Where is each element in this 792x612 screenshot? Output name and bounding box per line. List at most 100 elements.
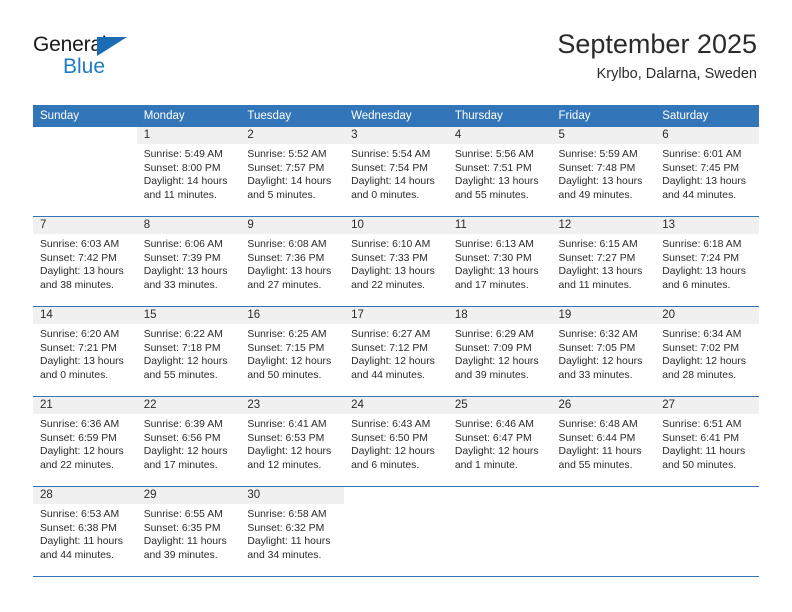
daylight-text-line2: and 22 minutes. — [351, 279, 426, 291]
calendar-day-cell[interactable] — [551, 486, 656, 577]
sunset-text: Sunset: 6:32 PM — [247, 522, 325, 534]
calendar-day-cell[interactable]: 7 Sunrise: 6:03 AM Sunset: 7:42 PM Dayli… — [33, 216, 137, 307]
daylight-text-line1: Daylight: 11 hours — [40, 536, 123, 548]
daylight-text-line1: Daylight: 12 hours — [558, 356, 643, 368]
daylight-text-line1: Daylight: 12 hours — [454, 446, 539, 458]
sunset-text: Sunset: 7:39 PM — [143, 252, 221, 264]
day-number: 14 — [33, 307, 137, 324]
sunset-text: Sunset: 7:18 PM — [143, 342, 221, 354]
daylight-text-line1: Daylight: 13 hours — [558, 176, 643, 188]
calendar-day-cell[interactable] — [447, 486, 552, 577]
daylight-text-line1: Daylight: 13 hours — [40, 356, 124, 368]
daylight-text-line2: and 1 minute. — [454, 459, 518, 471]
sunrise-text: Sunrise: 6:51 AM — [662, 419, 742, 430]
calendar-day-cell[interactable]: 14 Sunrise: 6:20 AM Sunset: 7:21 PM Dayl… — [33, 306, 137, 397]
calendar-day-cell[interactable] — [344, 486, 448, 577]
sunrise-text: Sunrise: 5:56 AM — [454, 149, 534, 160]
calendar-day-cell[interactable]: 13 Sunrise: 6:18 AM Sunset: 7:24 PM Dayl… — [655, 216, 759, 307]
daylight-text-line2: and 55 minutes. — [558, 459, 633, 471]
calendar-day-cell[interactable]: 16 Sunrise: 6:25 AM Sunset: 7:15 PM Dayl… — [240, 306, 345, 397]
daylight-text-line1: Daylight: 13 hours — [454, 176, 539, 188]
calendar-day-cell[interactable]: 6 Sunrise: 6:01 AM Sunset: 7:45 PM Dayli… — [655, 127, 759, 217]
daylight-text-line1: Daylight: 12 hours — [247, 356, 332, 368]
daylight-text-line1: Daylight: 13 hours — [143, 266, 228, 278]
daylight-text-line2: and 44 minutes. — [40, 549, 114, 561]
calendar-body: 1 Sunrise: 5:49 AM Sunset: 8:00 PM Dayli… — [33, 127, 759, 577]
day-number: 26 — [551, 397, 656, 414]
calendar-day-cell[interactable]: 27 Sunrise: 6:51 AM Sunset: 6:41 PM Dayl… — [655, 396, 759, 487]
calendar-day-cell[interactable]: 22 Sunrise: 6:39 AM Sunset: 6:56 PM Dayl… — [136, 396, 241, 487]
daylight-text-line2: and 6 minutes. — [351, 459, 420, 471]
sunset-text: Sunset: 7:57 PM — [247, 162, 325, 174]
sunset-text: Sunset: 7:15 PM — [247, 342, 325, 354]
calendar-day-cell[interactable]: 20 Sunrise: 6:34 AM Sunset: 7:02 PM Dayl… — [655, 306, 759, 397]
day-number: 27 — [655, 397, 759, 414]
daylight-text-line2: and 50 minutes. — [247, 369, 322, 381]
sunset-text: Sunset: 7:02 PM — [662, 342, 740, 354]
sunset-text: Sunset: 8:00 PM — [143, 162, 221, 174]
calendar-day-cell[interactable]: 18 Sunrise: 6:29 AM Sunset: 7:09 PM Dayl… — [447, 306, 552, 397]
calendar-day-cell[interactable]: 29 Sunrise: 6:55 AM Sunset: 6:35 PM Dayl… — [136, 486, 241, 577]
sunset-text: Sunset: 6:41 PM — [662, 432, 740, 444]
day-number: 10 — [344, 217, 448, 234]
calendar-day-cell[interactable]: 3 Sunrise: 5:54 AM Sunset: 7:54 PM Dayli… — [344, 127, 448, 217]
calendar-day-cell[interactable]: 2 Sunrise: 5:52 AM Sunset: 7:57 PM Dayli… — [240, 127, 345, 217]
calendar-day-cell[interactable]: 25 Sunrise: 6:46 AM Sunset: 6:47 PM Dayl… — [447, 396, 552, 487]
sunrise-text: Sunrise: 6:55 AM — [143, 509, 223, 520]
daylight-text-line2: and 49 minutes. — [558, 189, 633, 201]
calendar-day-cell[interactable]: 10 Sunrise: 6:10 AM Sunset: 7:33 PM Dayl… — [344, 216, 448, 307]
calendar-day-cell[interactable]: 21 Sunrise: 6:36 AM Sunset: 6:59 PM Dayl… — [33, 396, 137, 487]
day-number: 22 — [136, 397, 241, 414]
daylight-text-line2: and 50 minutes. — [662, 459, 737, 471]
page-title: September 2025 — [557, 29, 757, 59]
calendar-week-row: 14 Sunrise: 6:20 AM Sunset: 7:21 PM Dayl… — [33, 306, 759, 397]
calendar-header-row: Sunday Monday Tuesday Wednesday Thursday… — [33, 105, 759, 127]
calendar-week-row: 21 Sunrise: 6:36 AM Sunset: 6:59 PM Dayl… — [33, 396, 759, 487]
calendar-day-cell[interactable]: 8 Sunrise: 6:06 AM Sunset: 7:39 PM Dayli… — [136, 216, 241, 307]
weekday-header-sunday: Sunday — [33, 105, 137, 127]
calendar-day-cell[interactable]: 4 Sunrise: 5:56 AM Sunset: 7:51 PM Dayli… — [447, 127, 552, 217]
sunset-text: Sunset: 7:36 PM — [247, 252, 325, 264]
calendar-day-cell[interactable] — [655, 486, 759, 577]
daylight-text-line1: Daylight: 13 hours — [558, 266, 643, 278]
daylight-text-line2: and 28 minutes. — [662, 369, 737, 381]
calendar-day-cell[interactable]: 30 Sunrise: 6:58 AM Sunset: 6:32 PM Dayl… — [240, 486, 345, 577]
day-number: 18 — [447, 307, 552, 324]
daylight-text-line1: Daylight: 12 hours — [40, 446, 124, 458]
sunrise-text: Sunrise: 6:03 AM — [40, 239, 120, 250]
day-number — [344, 487, 448, 504]
weekday-header-friday: Friday — [551, 105, 656, 127]
calendar-day-cell[interactable]: 23 Sunrise: 6:41 AM Sunset: 6:53 PM Dayl… — [240, 396, 345, 487]
daylight-text-line1: Daylight: 12 hours — [351, 446, 435, 458]
daylight-text-line2: and 55 minutes. — [143, 369, 218, 381]
calendar-day-cell[interactable]: 15 Sunrise: 6:22 AM Sunset: 7:18 PM Dayl… — [136, 306, 241, 397]
daylight-text-line1: Daylight: 13 hours — [662, 266, 746, 278]
daylight-text-line2: and 22 minutes. — [40, 459, 114, 471]
sunset-text: Sunset: 7:09 PM — [454, 342, 532, 354]
sunrise-text: Sunrise: 6:25 AM — [247, 329, 327, 340]
calendar-day-cell[interactable] — [33, 127, 137, 217]
calendar-day-cell[interactable]: 24 Sunrise: 6:43 AM Sunset: 6:50 PM Dayl… — [344, 396, 448, 487]
day-number: 13 — [655, 217, 759, 234]
daylight-text-line2: and 34 minutes. — [247, 549, 322, 561]
daylight-text-line2: and 39 minutes. — [143, 549, 218, 561]
calendar-day-cell[interactable]: 26 Sunrise: 6:48 AM Sunset: 6:44 PM Dayl… — [551, 396, 656, 487]
day-number: 11 — [447, 217, 552, 234]
calendar-day-cell[interactable]: 1 Sunrise: 5:49 AM Sunset: 8:00 PM Dayli… — [136, 127, 241, 217]
sunset-text: Sunset: 7:05 PM — [558, 342, 636, 354]
calendar-day-cell[interactable]: 9 Sunrise: 6:08 AM Sunset: 7:36 PM Dayli… — [240, 216, 345, 307]
sunset-text: Sunset: 6:44 PM — [558, 432, 636, 444]
day-number: 1 — [136, 127, 241, 144]
day-number: 28 — [33, 487, 137, 504]
daylight-text-line1: Daylight: 12 hours — [247, 446, 332, 458]
calendar-day-cell[interactable]: 28 Sunrise: 6:53 AM Sunset: 6:38 PM Dayl… — [33, 486, 137, 577]
sunrise-text: Sunrise: 5:59 AM — [558, 149, 638, 160]
calendar-day-cell[interactable]: 12 Sunrise: 6:15 AM Sunset: 7:27 PM Dayl… — [551, 216, 656, 307]
calendar-day-cell[interactable]: 5 Sunrise: 5:59 AM Sunset: 7:48 PM Dayli… — [551, 127, 656, 217]
daylight-text-line1: Daylight: 12 hours — [143, 446, 228, 458]
day-number: 9 — [240, 217, 345, 234]
calendar-day-cell[interactable]: 17 Sunrise: 6:27 AM Sunset: 7:12 PM Dayl… — [344, 306, 448, 397]
calendar-day-cell[interactable]: 11 Sunrise: 6:13 AM Sunset: 7:30 PM Dayl… — [447, 216, 552, 307]
calendar-day-cell[interactable]: 19 Sunrise: 6:32 AM Sunset: 7:05 PM Dayl… — [551, 306, 656, 397]
daylight-text-line1: Daylight: 13 hours — [351, 266, 435, 278]
